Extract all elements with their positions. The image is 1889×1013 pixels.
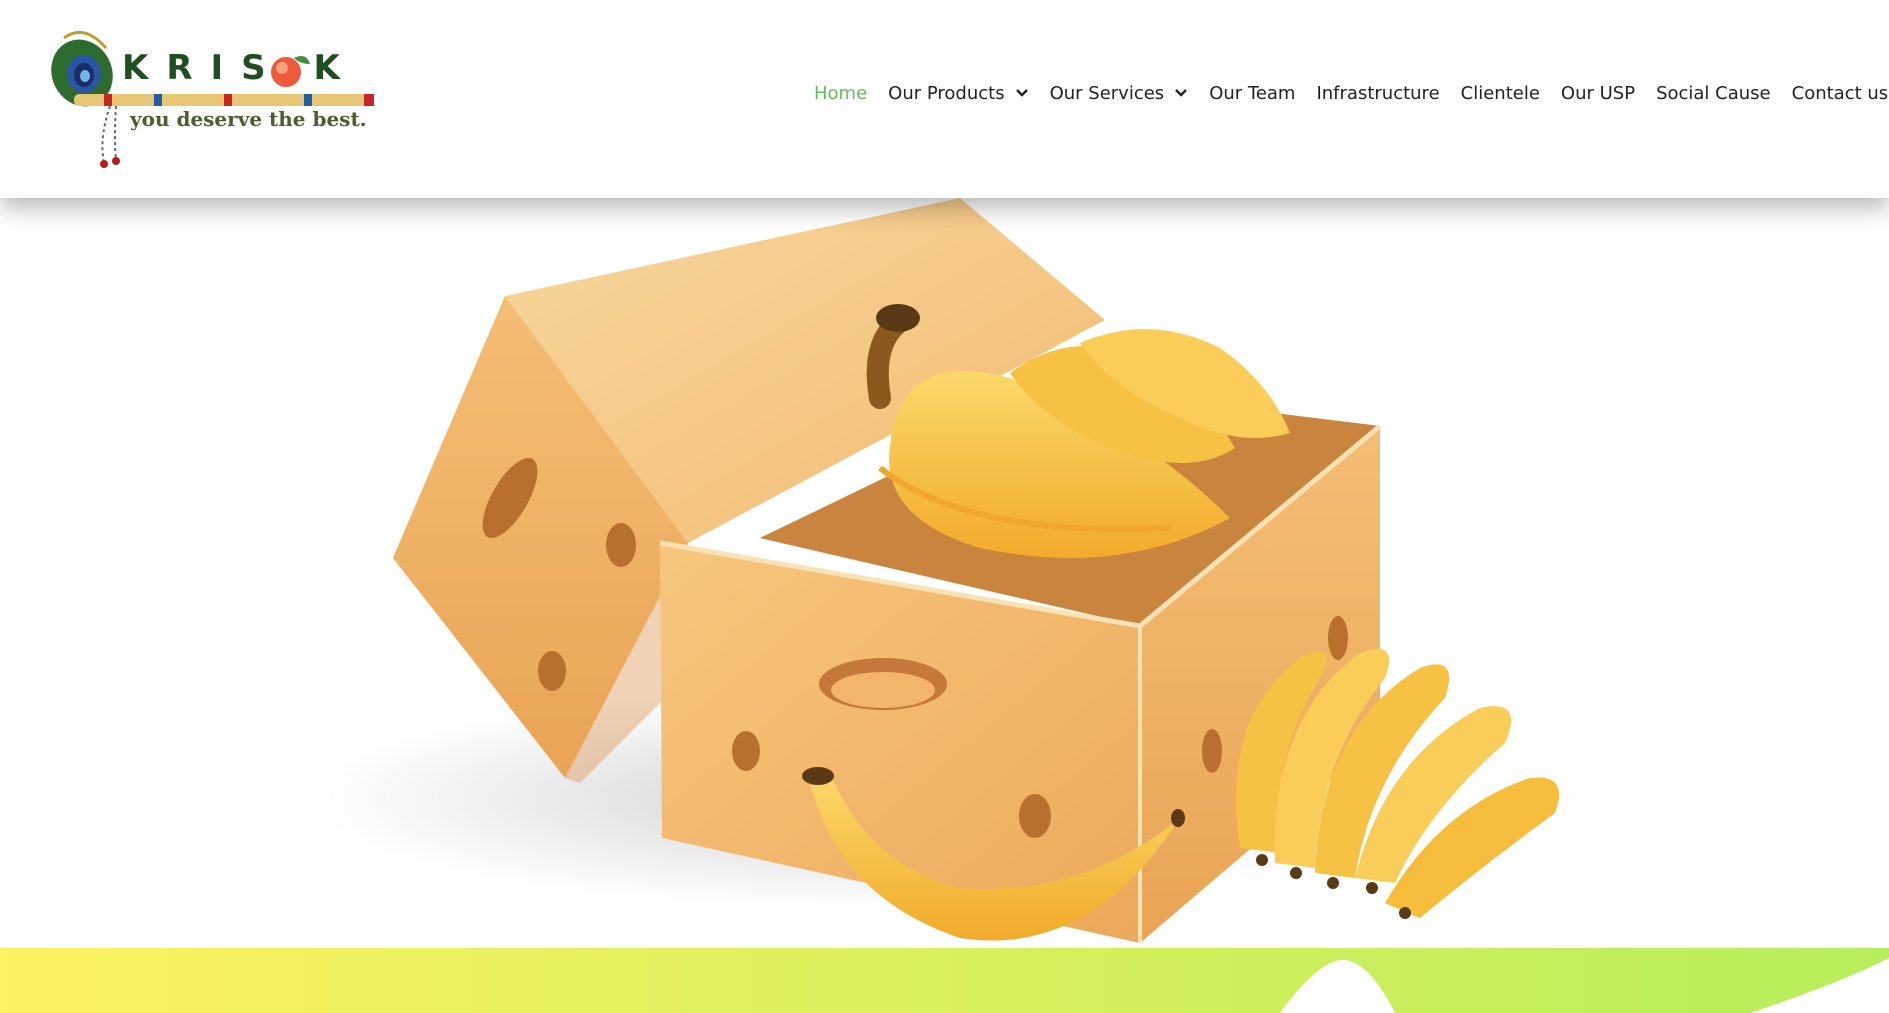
peacock-feather-icon [51, 30, 374, 168]
nav-clientele[interactable]: Clientele [1461, 83, 1540, 104]
nav-our-products[interactable]: Our Products [888, 83, 1028, 104]
nav-home-label: Home [814, 82, 868, 104]
nav-clientele-label: Clientele [1460, 82, 1540, 104]
nav-our-products-label: Our Products [888, 82, 1005, 104]
decorative-wave [0, 948, 1889, 1013]
nav-our-team-label: Our Team [1209, 82, 1296, 104]
nav-our-usp-label: Our USP [1560, 82, 1636, 104]
site-header: KRIS K you deserve the best. Home Our Pr… [0, 0, 1889, 198]
nav-infrastructure-label: Infrastructure [1316, 82, 1440, 104]
nav-our-services-label: Our Services [1049, 82, 1165, 104]
chevron-down-icon [1175, 89, 1188, 97]
nav-our-services[interactable]: Our Services [1050, 83, 1189, 104]
nav-social-cause-label: Social Cause [1656, 82, 1771, 104]
nav-infrastructure[interactable]: Infrastructure [1316, 83, 1439, 104]
banana-box-illustration [310, 198, 1560, 943]
logo-tagline: you deserve the best. [130, 107, 367, 131]
main-nav: Home Our Products Our Services Our Team … [814, 78, 1889, 108]
nav-contact-us[interactable]: Contact us [1792, 83, 1889, 104]
nav-home[interactable]: Home [814, 83, 867, 104]
chevron-down-icon [1015, 89, 1028, 97]
logo[interactable]: KRIS K you deserve the best. [44, 18, 376, 168]
nav-social-cause[interactable]: Social Cause [1656, 83, 1771, 104]
hero-banner [0, 198, 1889, 948]
nav-our-usp[interactable]: Our USP [1561, 83, 1635, 104]
nav-contact-us-label: Contact us [1791, 82, 1889, 104]
nav-our-team[interactable]: Our Team [1209, 83, 1295, 104]
logo-wordmark: KRIS K [122, 48, 358, 88]
